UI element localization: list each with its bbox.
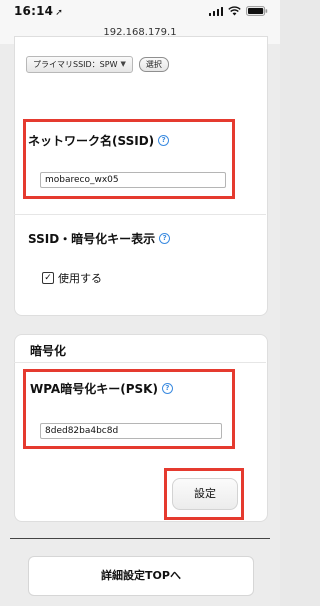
use-checkbox-row[interactable]: ✓ 使用する	[42, 270, 102, 286]
primary-ssid-select-value: プライマリSSID：SPW	[33, 60, 118, 69]
help-icon[interactable]: ?	[158, 135, 170, 146]
network-name-label: ネットワーク名(SSID)	[28, 134, 155, 148]
ssid-input[interactable]	[40, 172, 226, 188]
status-icons	[208, 6, 269, 16]
primary-ssid-select[interactable]: プライマリSSID：SPW ▼	[26, 56, 133, 73]
page-content: プライマリSSID：SPW ▼ 選択 ネットワーク名(SSID) ? SSID・…	[0, 36, 280, 606]
help-icon[interactable]: ?	[161, 383, 173, 394]
encryption-title-divider	[14, 362, 266, 363]
advanced-settings-top-button[interactable]: 詳細設定TOPへ	[28, 556, 254, 596]
check-icon[interactable]: ✓	[42, 272, 54, 284]
help-icon[interactable]: ?	[159, 233, 171, 244]
set-button[interactable]: 設定	[172, 478, 238, 510]
status-time-text: 16:14	[14, 4, 54, 18]
ssid-key-display-label-row: SSID・暗号化キー表示 ?	[28, 230, 171, 247]
battery-icon	[246, 6, 268, 16]
psk-label: WPA暗号化キー(PSK)	[30, 382, 158, 396]
chevron-down-icon: ▼	[120, 60, 126, 68]
location-icon: ➚	[55, 8, 63, 18]
encryption-section-title: 暗号化	[30, 344, 67, 358]
use-checkbox-label: 使用する	[58, 272, 102, 285]
psk-label-row: WPA暗号化キー(PSK) ?	[30, 380, 173, 397]
section-divider	[14, 214, 266, 215]
ssid-key-display-label: SSID・暗号化キー表示	[28, 232, 156, 246]
status-bar: 16:14 ➚	[0, 0, 280, 22]
select-button[interactable]: 選択	[138, 57, 169, 72]
wifi-icon	[228, 6, 241, 16]
ssid-select-row: プライマリSSID：SPW ▼ 選択	[26, 56, 169, 73]
network-name-label-row: ネットワーク名(SSID) ?	[28, 132, 170, 149]
footer-separator	[10, 538, 270, 539]
psk-input[interactable]	[40, 423, 222, 439]
signal-icon	[208, 6, 223, 16]
status-time: 16:14 ➚	[14, 4, 63, 18]
